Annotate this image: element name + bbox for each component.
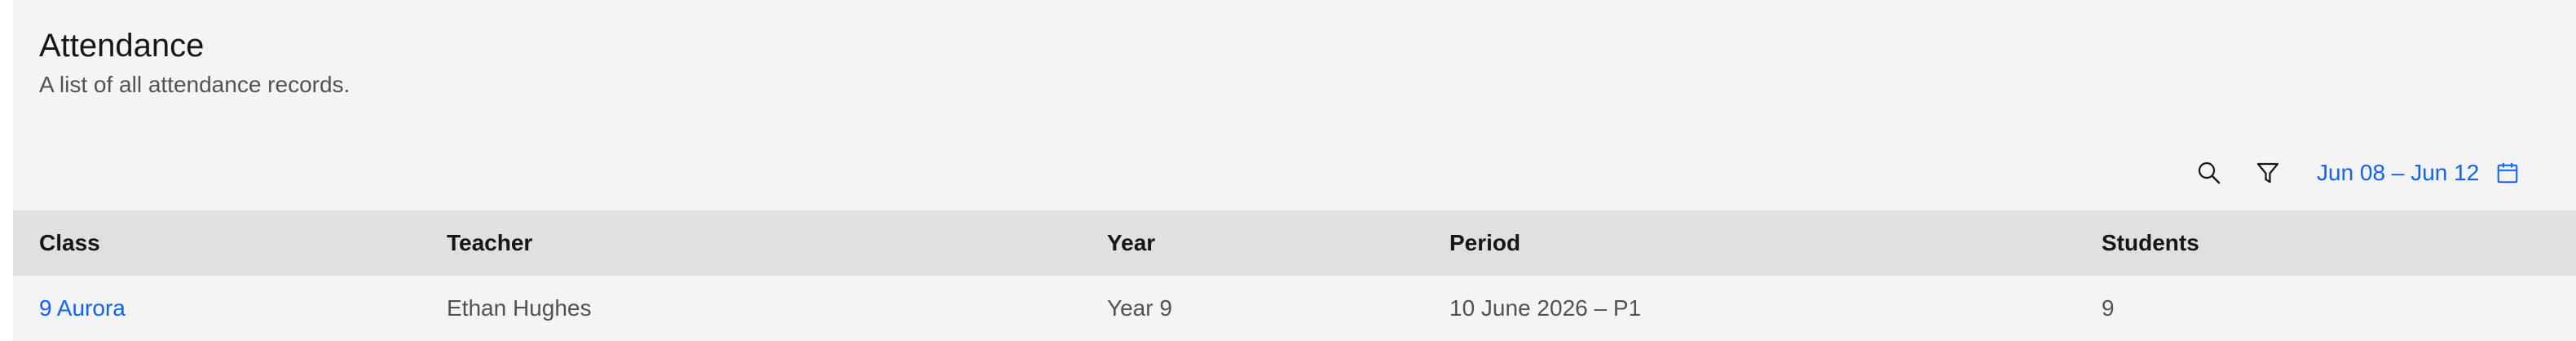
column-header-teacher[interactable]: Teacher — [447, 210, 532, 276]
attendance-panel: Attendance A list of all attendance reco… — [13, 0, 2576, 341]
page-subtitle: A list of all attendance records. — [39, 72, 351, 97]
column-header-students[interactable]: Students — [2102, 210, 2199, 276]
date-range-picker[interactable]: Jun 08 – Jun 12 — [2317, 147, 2520, 199]
class-cell: 9 Aurora — [39, 276, 126, 341]
page-header: Attendance A list of all attendance reco… — [39, 24, 350, 101]
search-icon — [2198, 162, 2221, 184]
search-button[interactable] — [2183, 147, 2235, 199]
table-toolbar: Jun 08 – Jun 12 — [13, 147, 2576, 199]
filter-icon — [2256, 162, 2279, 184]
year-cell: Year 9 — [1107, 295, 1172, 321]
table-header-row: Class Teacher Year Period Students — [13, 210, 2576, 276]
column-header-class[interactable]: Class — [39, 210, 100, 276]
filter-button[interactable] — [2242, 147, 2294, 199]
date-range-label: Jun 08 – Jun 12 — [2317, 160, 2480, 185]
class-link[interactable]: 9 Aurora — [39, 295, 126, 321]
period-cell: 10 June 2026 – P1 — [1449, 295, 1642, 321]
teacher-cell: Ethan Hughes — [447, 295, 592, 321]
table-row: 9 Aurora Ethan Hughes Year 9 10 June 202… — [13, 276, 2576, 341]
column-header-year[interactable]: Year — [1107, 210, 1155, 276]
students-cell: 9 — [2102, 295, 2115, 321]
calendar-icon — [2498, 162, 2518, 184]
attendance-table: Class Teacher Year Period Students 9 Aur… — [13, 210, 2576, 341]
column-header-period[interactable]: Period — [1449, 210, 1520, 276]
page-title: Attendance — [39, 28, 205, 64]
